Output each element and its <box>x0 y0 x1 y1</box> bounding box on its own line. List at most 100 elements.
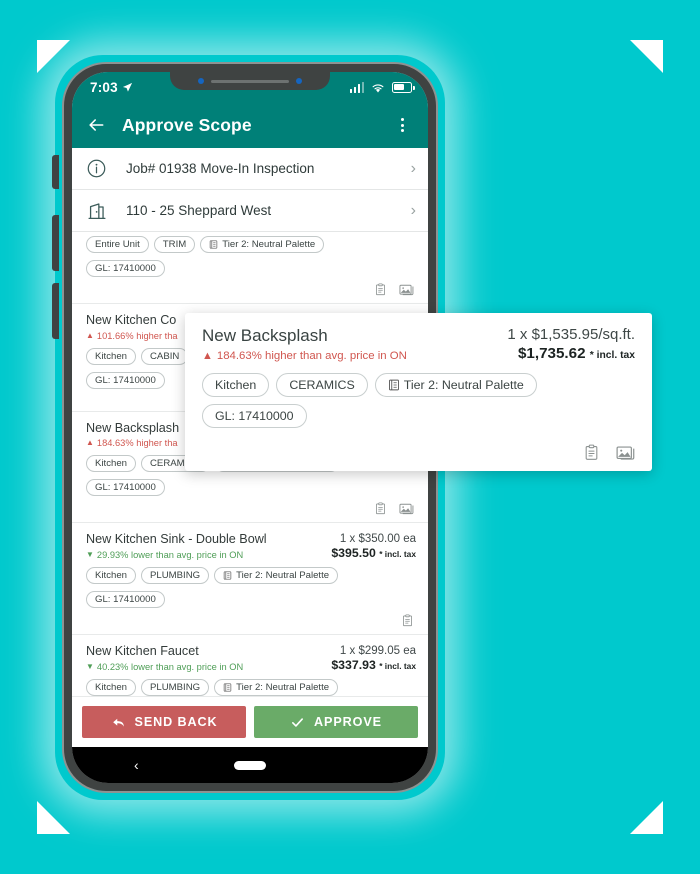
check-icon <box>292 717 304 727</box>
chip-palette-label: Tier 2: Neutral Palette <box>236 570 330 582</box>
photo-icon[interactable] <box>399 283 414 296</box>
item-total-price: $337.93 * incl. tax <box>331 658 416 672</box>
chip-room[interactable]: Kitchen <box>86 679 136 697</box>
back-button[interactable] <box>84 113 108 137</box>
palette-book-icon <box>223 571 232 580</box>
chip-gl[interactable]: GL: 17410000 <box>86 591 165 609</box>
clipboard-icon[interactable] <box>401 614 414 627</box>
palette-book-icon <box>210 240 218 249</box>
popup-price-delta: ▲ 184.63% higher than avg. price in ON <box>202 350 507 362</box>
approve-button[interactable]: APPROVE <box>254 706 418 738</box>
phone-side-button-3 <box>52 283 59 339</box>
corner-marker-top-right <box>630 40 663 73</box>
item-tax-note: * incl. tax <box>379 661 416 672</box>
arrow-up-icon: ▲ <box>86 330 94 340</box>
list-item[interactable]: New Kitchen Faucet ▼ 40.23% lower than a… <box>72 635 428 698</box>
list-item[interactable]: Entire Unit TRIM Tier 2: Neutral Palette <box>72 232 428 304</box>
popup-header: New Backsplash ▲ 184.63% higher than avg… <box>202 326 635 362</box>
chip-gl[interactable]: GL: 17410000 <box>86 260 165 277</box>
popup-item-name: New Backsplash <box>202 326 328 345</box>
item-chips-second-line: GL: 17410000 <box>86 479 416 497</box>
popup-price-group: 1 x $1,535.95/sq.ft. $1,735.62 * incl. t… <box>507 326 635 362</box>
item-chips: Kitchen PLUMBING Tier 2: Neutral Palette <box>86 679 416 697</box>
cellular-signal-icon <box>349 81 364 93</box>
chip-gl[interactable]: GL: 17410000 <box>202 404 307 429</box>
item-delta-label: 101.66% higher tha <box>96 330 178 341</box>
chip-palette-label: Tier 2: Neutral Palette <box>222 239 316 250</box>
chip-palette[interactable]: Tier 2: Neutral Palette <box>214 567 339 585</box>
app-bar: Approve Scope <box>72 102 428 148</box>
page-title: Approve Scope <box>122 114 252 135</box>
item-price-delta: ▼ 29.93% lower than avg. price in ON <box>86 550 325 560</box>
item-unit-price: 1 x $350.00 ea <box>339 533 416 546</box>
palette-book-icon <box>223 683 232 692</box>
item-action-row <box>86 277 416 303</box>
chip-palette[interactable]: Tier 2: Neutral Palette <box>214 679 339 697</box>
chip-palette[interactable]: Tier 2: Neutral Palette <box>200 236 325 253</box>
phone-side-button-1 <box>52 155 59 189</box>
popup-action-row <box>202 444 635 463</box>
item-total-amount: $395.50 <box>331 546 376 561</box>
status-time: 7:03 <box>90 79 118 95</box>
chip-palette-label: Tier 2: Neutral Palette <box>403 378 524 393</box>
chip-room[interactable]: Entire Unit <box>86 236 149 253</box>
chip-trade[interactable]: PLUMBING <box>141 679 210 697</box>
popup-title-group: New Backsplash ▲ 184.63% higher than avg… <box>202 326 507 362</box>
send-back-button[interactable]: SEND BACK <box>82 706 246 738</box>
property-row[interactable]: 110 - 25 Sheppard West › <box>72 190 428 232</box>
palette-book-icon <box>388 380 399 391</box>
chip-trade[interactable]: CERAMICS <box>276 373 368 398</box>
popup-chips-second-line: GL: 17410000 <box>202 404 635 429</box>
overflow-menu-button[interactable] <box>390 113 414 137</box>
popup-total-price: $1,735.62 * incl. tax <box>507 345 635 362</box>
chip-gl[interactable]: GL: 17410000 <box>86 371 165 389</box>
android-nav-bar: ‹ <box>72 747 428 783</box>
building-icon <box>86 200 126 222</box>
chip-trade[interactable]: CABIN <box>141 347 189 365</box>
list-item[interactable]: New Kitchen Sink - Double Bowl ▼ 29.93% … <box>72 523 428 636</box>
action-bar: SEND BACK APPROVE <box>72 698 428 747</box>
chip-room[interactable]: Kitchen <box>202 373 270 398</box>
item-price-group: 1 x $350.00 ea $395.50 * incl. tax <box>331 532 416 560</box>
android-home-pill[interactable] <box>234 760 266 770</box>
status-indicators <box>349 81 415 93</box>
phone-notch <box>170 72 330 90</box>
android-back-button[interactable]: ‹ <box>134 757 139 773</box>
item-name: New Kitchen Faucet <box>86 644 199 659</box>
item-chips-second-line: GL: 17410000 <box>86 591 416 609</box>
location-arrow-icon <box>122 82 132 92</box>
clipboard-icon[interactable] <box>583 444 600 461</box>
arrow-left-icon <box>89 119 104 131</box>
job-row[interactable]: Job# 01938 Move-In Inspection › <box>72 148 428 190</box>
clipboard-icon[interactable] <box>374 502 387 515</box>
item-chips: Entire Unit TRIM Tier 2: Neutral Palette <box>86 236 416 253</box>
popup-chips: Kitchen CERAMICS Tier 2: Neutral Palette <box>202 373 635 398</box>
chip-trade[interactable]: PLUMBING <box>141 567 210 585</box>
job-row-label: Job# 01938 Move-In Inspection <box>126 161 315 176</box>
chip-room[interactable]: Kitchen <box>86 567 136 585</box>
chip-trade[interactable]: TRIM <box>153 236 196 253</box>
item-name: New Kitchen Sink - Double Bowl <box>86 532 267 547</box>
phone-side-button-2 <box>52 215 59 271</box>
camera-sensor-icon <box>198 78 204 84</box>
item-total-price: $395.50 * incl. tax <box>331 546 416 560</box>
chevron-right-icon: › <box>410 201 416 219</box>
wifi-icon <box>372 83 384 92</box>
item-delta-label: 29.93% lower than avg. price in ON <box>96 550 244 561</box>
corner-marker-bottom-left <box>37 801 70 834</box>
status-time-group: 7:03 <box>90 80 133 95</box>
chip-palette[interactable]: Tier 2: Neutral Palette <box>374 373 537 398</box>
clipboard-icon[interactable] <box>374 283 387 296</box>
battery-icon <box>392 81 415 93</box>
item-tax-note: * incl. tax <box>379 549 416 560</box>
chip-gl[interactable]: GL: 17410000 <box>86 479 165 497</box>
chip-room[interactable]: Kitchen <box>86 347 136 365</box>
photo-icon[interactable] <box>399 502 414 515</box>
photo-icon[interactable] <box>616 444 635 461</box>
chip-palette-label: Tier 2: Neutral Palette <box>236 682 330 694</box>
arrow-down-icon: ▼ <box>86 550 94 560</box>
chip-room[interactable]: Kitchen <box>86 455 136 473</box>
corner-marker-top-left <box>37 40 70 73</box>
item-detail-popup[interactable]: New Backsplash ▲ 184.63% higher than avg… <box>185 313 652 471</box>
item-price-group: 1 x $299.05 ea $337.93 * incl. tax <box>331 644 416 672</box>
